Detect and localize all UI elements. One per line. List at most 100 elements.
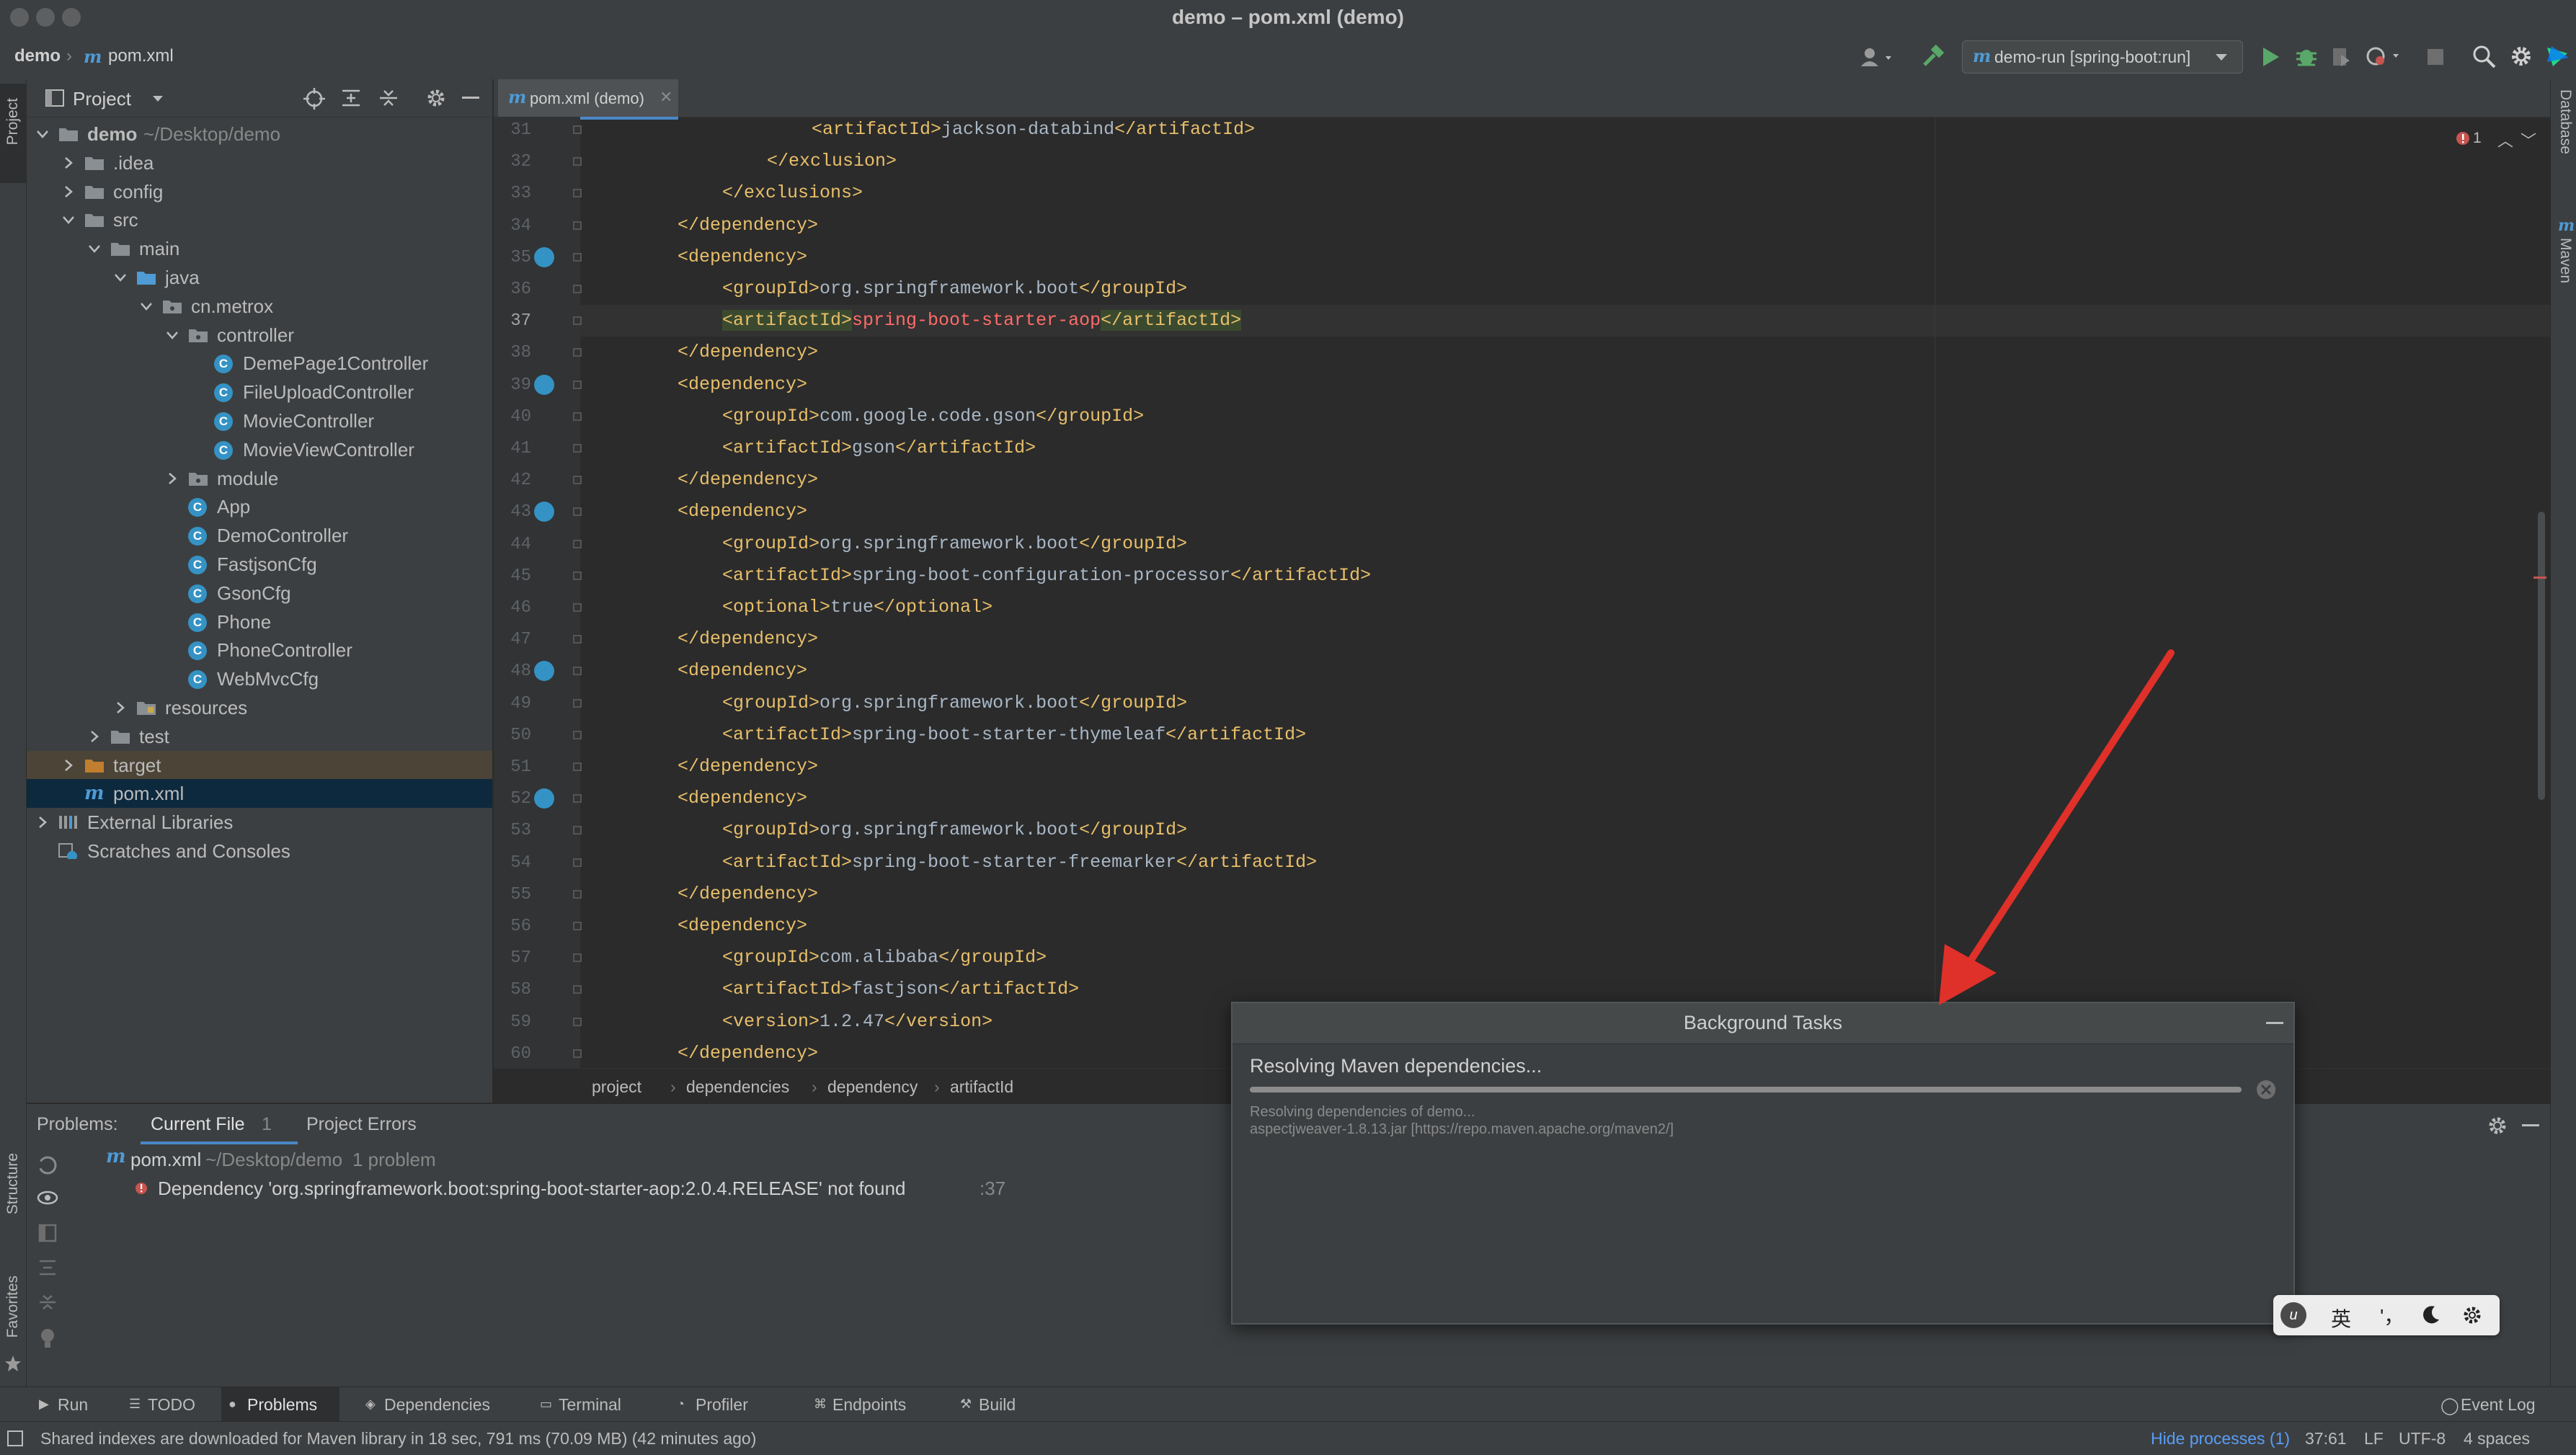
user-icon[interactable] — [1860, 46, 1897, 68]
fold-marker[interactable] — [573, 476, 582, 485]
indent-setting[interactable]: 4 spaces — [2464, 1429, 2530, 1449]
fold-marker[interactable] — [573, 252, 582, 262]
tool-windows-toggle-icon[interactable] — [7, 1430, 23, 1446]
fold-marker[interactable] — [573, 858, 582, 867]
tree-item[interactable]: controller — [27, 321, 492, 350]
run-icon[interactable] — [2260, 46, 2280, 68]
tree-item[interactable]: src — [27, 205, 492, 234]
fold-marker[interactable] — [573, 826, 582, 835]
error-stripe-mark[interactable] — [2533, 577, 2546, 579]
tree-item[interactable]: C DemePage1Controller — [27, 349, 492, 378]
fold-marker[interactable] — [573, 635, 582, 644]
event-log-button[interactable]: Event Log — [2461, 1395, 2536, 1415]
expand-all-icon[interactable] — [341, 88, 361, 108]
tree-item[interactable]: C App — [27, 492, 492, 521]
maven-tool-button[interactable]: Maven — [2557, 238, 2574, 283]
project-view-selector[interactable]: Project — [73, 88, 131, 110]
tree-item[interactable]: C WebMvcCfg — [27, 664, 492, 693]
jetbrains-toolbox-icon[interactable] — [2544, 43, 2570, 69]
preview-icon[interactable] — [38, 1224, 57, 1242]
gear-icon[interactable] — [426, 88, 446, 108]
fold-marker[interactable] — [573, 348, 582, 357]
collapse-problems-icon[interactable] — [38, 1293, 57, 1312]
tree-item[interactable]: C MovieViewController — [27, 435, 492, 464]
chevron-right-icon[interactable] — [115, 702, 126, 713]
fold-marker[interactable] — [573, 794, 582, 804]
fold-marker[interactable] — [573, 571, 582, 580]
collapse-all-icon[interactable] — [378, 88, 399, 108]
tree-item[interactable]: java — [27, 263, 492, 292]
dependency-gutter-icon[interactable] — [534, 502, 554, 522]
stop-icon[interactable] — [2426, 48, 2445, 66]
fold-marker[interactable] — [573, 985, 582, 995]
previous-error-icon[interactable]: ︿ — [2497, 128, 2513, 151]
tree-item[interactable]: module — [27, 464, 492, 493]
ime-toolbar[interactable]: u 英 '， — [2273, 1295, 2500, 1335]
fold-marker[interactable] — [573, 889, 582, 899]
breadcrumb-item[interactable]: project — [592, 1077, 641, 1097]
chevron-down-icon[interactable] — [37, 128, 48, 140]
chevron-down-icon[interactable] — [89, 243, 100, 254]
tree-item[interactable]: .idea — [27, 148, 492, 177]
fold-marker[interactable] — [573, 444, 582, 453]
hide-panel-icon[interactable] — [462, 97, 479, 101]
structure-tool-button[interactable]: Structure — [4, 1153, 22, 1214]
eye-icon[interactable] — [37, 1189, 58, 1206]
next-error-icon[interactable]: ﹀ — [2521, 128, 2536, 151]
ime-settings-icon[interactable] — [2462, 1305, 2482, 1325]
database-tool-button[interactable]: Database — [2557, 89, 2574, 154]
tool-window-problems[interactable]: ● Problems — [221, 1387, 339, 1422]
tool-window-terminal[interactable]: ▭ Terminal — [533, 1387, 651, 1422]
tool-window-build[interactable]: ⚒ Build — [953, 1387, 1043, 1422]
chevron-right-icon[interactable] — [63, 759, 74, 771]
tree-item[interactable]: demo ~/Desktop/demo — [27, 120, 492, 148]
tool-window-endpoints[interactable]: ⌘ Endpoints — [807, 1387, 934, 1422]
tree-item[interactable]: test — [27, 722, 492, 751]
tree-item[interactable]: C MovieController — [27, 406, 492, 435]
fold-marker[interactable] — [573, 221, 582, 230]
locate-icon[interactable] — [303, 88, 325, 110]
tree-item[interactable]: m pom.xml — [27, 779, 492, 809]
problem-file-row[interactable]: m pom.xml ~/Desktop/demo 1 problem — [79, 1144, 1160, 1173]
debug-icon[interactable] — [2295, 45, 2318, 68]
fold-marker[interactable] — [573, 411, 582, 421]
problems-gear-icon[interactable] — [2487, 1116, 2508, 1136]
auto-scroll-icon[interactable] — [37, 1154, 58, 1176]
run-configuration-select[interactable]: m demo-run [spring-boot:run] — [1962, 40, 2243, 74]
cancel-task-icon[interactable] — [2256, 1080, 2276, 1100]
tab-pom-xml[interactable]: m pom.xml (demo) ✕ — [498, 79, 678, 120]
fold-marker[interactable] — [573, 125, 582, 134]
search-icon[interactable] — [2472, 45, 2497, 69]
fold-marker[interactable] — [573, 1049, 582, 1058]
dependency-gutter-icon[interactable] — [534, 246, 554, 267]
tree-item[interactable]: config — [27, 177, 492, 206]
hide-processes-link[interactable]: Hide processes (1) — [2151, 1429, 2290, 1449]
tab-current-file[interactable]: Current File 1 — [141, 1104, 298, 1144]
tool-window-run[interactable]: ▶ Run — [32, 1387, 103, 1422]
inspection-widget[interactable]: 1 ︿ ﹀ — [2456, 128, 2542, 150]
ime-language[interactable]: 英 — [2331, 1304, 2351, 1332]
tree-item[interactable]: C DemoController — [27, 521, 492, 550]
chevron-down-icon[interactable] — [63, 214, 74, 226]
coverage-icon[interactable] — [2331, 46, 2351, 68]
chevron-right-icon[interactable] — [63, 156, 74, 169]
chevron-down-icon[interactable] — [166, 329, 178, 341]
tree-item[interactable]: External Libraries — [27, 808, 492, 837]
chevron-right-icon[interactable] — [37, 817, 48, 829]
dependency-gutter-icon[interactable] — [534, 374, 554, 395]
build-hammer-icon[interactable] — [1920, 45, 1945, 69]
fold-marker[interactable] — [573, 285, 582, 293]
tree-item[interactable]: main — [27, 234, 492, 263]
fold-marker[interactable] — [573, 730, 582, 739]
chevron-down-icon[interactable] — [115, 272, 126, 283]
tree-item[interactable]: C FileUploadController — [27, 378, 492, 406]
tree-item[interactable]: resources — [27, 693, 492, 722]
breadcrumb-item[interactable]: dependency — [827, 1077, 918, 1097]
tree-item[interactable]: cn.metrox — [27, 292, 492, 321]
moon-icon[interactable] — [2420, 1305, 2440, 1325]
chevron-right-icon[interactable] — [166, 472, 178, 484]
favorites-tool-button[interactable]: Favorites — [4, 1276, 22, 1338]
settings-gear-icon[interactable] — [2510, 45, 2533, 68]
breadcrumb-file[interactable]: pom.xml — [108, 46, 174, 66]
fold-marker[interactable] — [573, 667, 582, 676]
